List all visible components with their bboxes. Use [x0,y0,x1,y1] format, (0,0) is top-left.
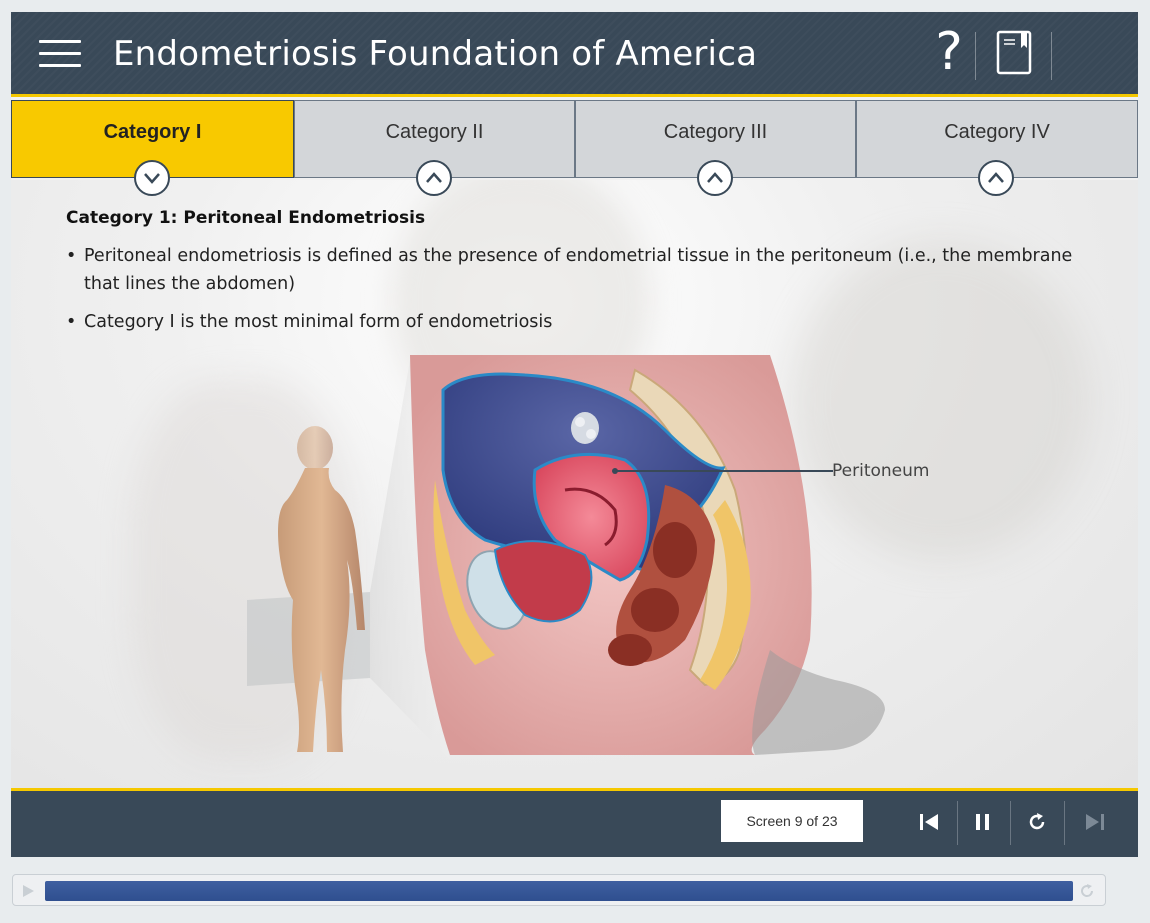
pause-icon[interactable] [961,800,1005,844]
female-figure [278,426,365,752]
bullet-item: • Category I is the most minimal form of… [66,308,1076,336]
footer-divider [1064,801,1065,845]
bullet-item: • Peritoneal endometriosis is defined as… [66,242,1076,298]
tab-label: Category III [663,121,768,143]
header-bar: Endometriosis Foundation of America ? [11,12,1138,97]
chevron-down-icon[interactable] [134,160,170,196]
tab-label: Category IV [944,121,1050,143]
bullet-marker: • [66,246,77,266]
footer-bar: Screen 9 of 23 [11,788,1138,857]
play-icon[interactable] [21,883,35,897]
course-player: Endometriosis Foundation of America ? Ca… [11,12,1138,857]
bullet-text: Category I is the most minimal form of e… [84,312,553,332]
replay-icon[interactable] [1078,882,1096,900]
header-divider [975,32,976,80]
anatomy-illustration [247,355,885,760]
content-panel: Category 1: Peritoneal Endometriosis • P… [11,180,1138,790]
tab-label: Category I [103,121,202,143]
progress-bar[interactable] [12,874,1106,906]
previous-icon[interactable] [907,800,951,844]
header-divider [1051,32,1052,80]
notebook-icon[interactable] [995,30,1035,76]
hamburger-menu-icon[interactable] [39,38,81,70]
tab-label: Category II [385,121,484,143]
chevron-up-icon[interactable] [978,160,1014,196]
peritoneum-label: Peritoneum [832,461,930,481]
screen-counter: Screen 9 of 23 [721,800,863,842]
bullet-marker: • [66,312,77,332]
help-button[interactable]: ? [924,22,974,82]
page-title: Endometriosis Foundation of America [113,34,758,74]
category-tabs: Category I Category II Category III Cate… [11,100,1138,180]
bullet-text: Peritoneal endometriosis is defined as t… [84,246,1073,294]
footer-divider [1010,801,1011,845]
progress-fill [45,881,1073,901]
next-icon [1073,800,1117,844]
content-title: Category 1: Peritoneal Endometriosis [66,208,426,228]
chevron-up-icon[interactable] [697,160,733,196]
replay-icon[interactable] [1015,800,1059,844]
footer-divider [957,801,958,845]
progress-track[interactable] [45,881,1073,901]
chevron-up-icon[interactable] [416,160,452,196]
